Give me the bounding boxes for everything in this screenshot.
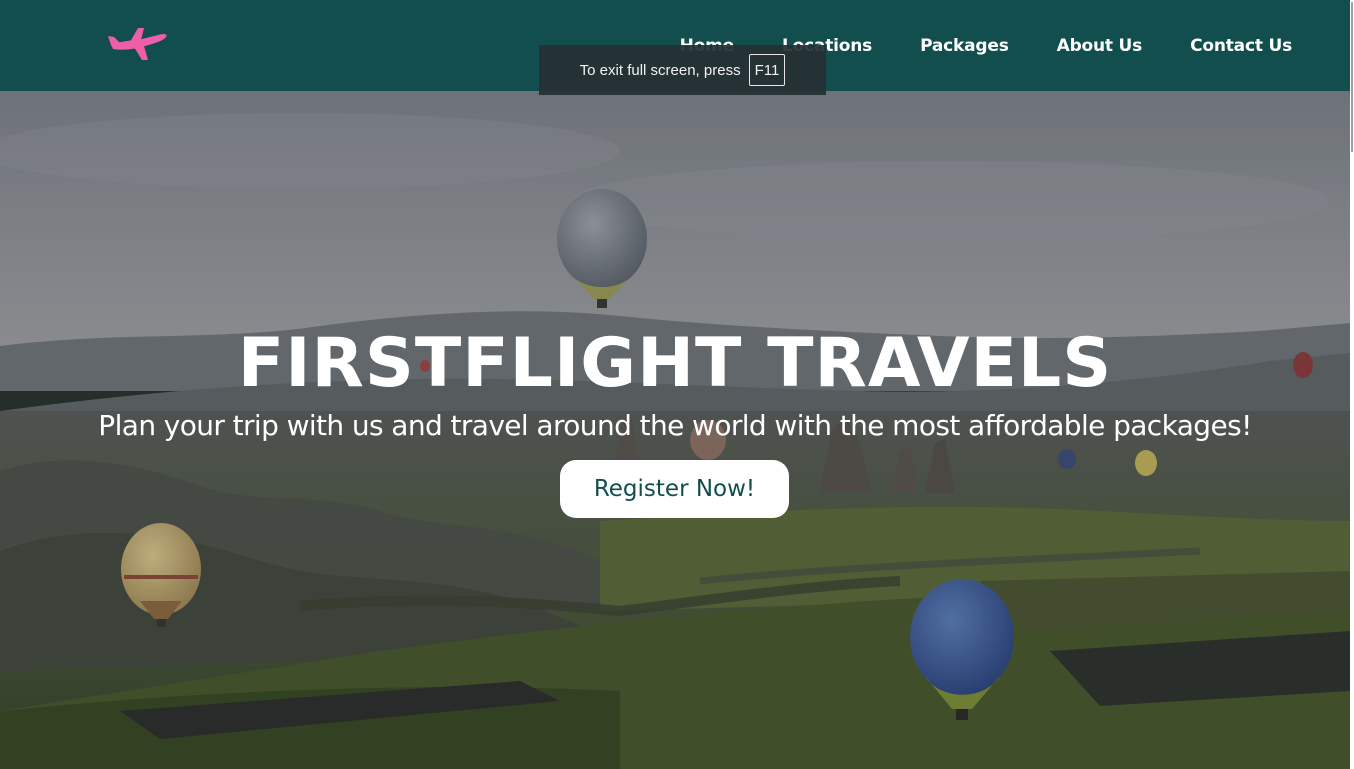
- nav-link-about-us[interactable]: About Us: [1057, 36, 1143, 56]
- page-scrollbar[interactable]: [1350, 0, 1354, 769]
- scrollbar-thumb[interactable]: [1351, 2, 1353, 152]
- nav-link-contact-us[interactable]: Contact Us: [1190, 36, 1292, 56]
- browser-viewport: Home Locations Packages About Us Contact…: [0, 0, 1354, 769]
- fullscreen-exit-text: To exit full screen, press: [579, 61, 741, 79]
- hero-title: FIRSTFLIGHT TRAVELS: [237, 323, 1113, 403]
- nav-link-packages[interactable]: Packages: [920, 36, 1009, 56]
- airplane-icon[interactable]: [108, 26, 168, 64]
- fullscreen-exit-notice: To exit full screen, press F11: [539, 45, 826, 95]
- hero-subtitle: Plan your trip with us and travel around…: [98, 409, 1252, 442]
- hero-section: FIRSTFLIGHT TRAVELS Plan your trip with …: [0, 91, 1350, 769]
- f11-key-badge: F11: [748, 54, 786, 86]
- register-now-button[interactable]: Register Now!: [560, 460, 789, 518]
